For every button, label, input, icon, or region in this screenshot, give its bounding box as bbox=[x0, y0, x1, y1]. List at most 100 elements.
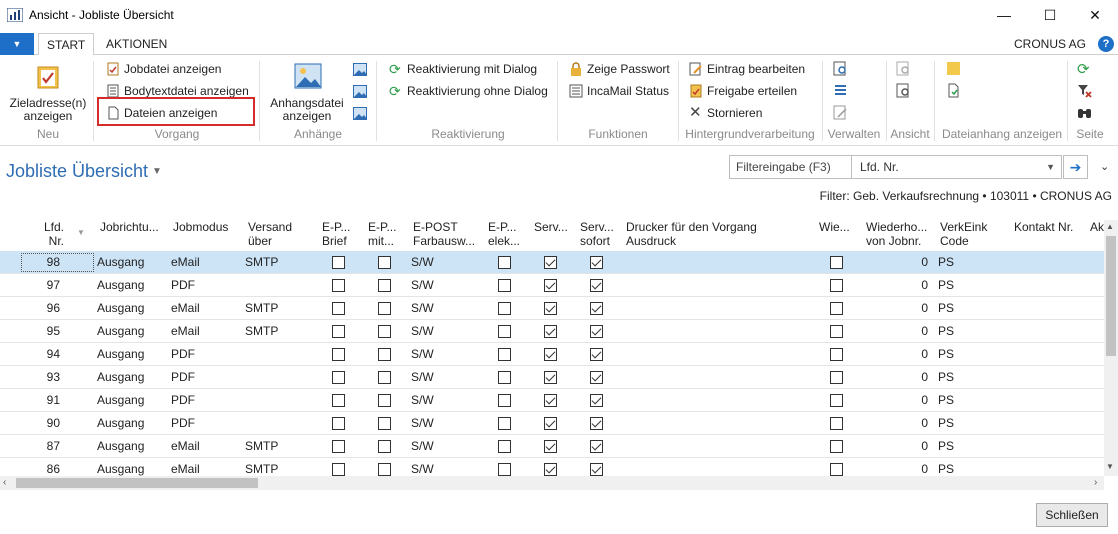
checkbox-elek[interactable] bbox=[498, 279, 511, 292]
column-header-jobrichtung[interactable]: Jobrichtu... bbox=[100, 220, 159, 234]
column-header-kontakt-nr[interactable]: Kontakt Nr. bbox=[1014, 220, 1073, 234]
image-small-icon[interactable] bbox=[353, 85, 367, 98]
checkbox-wie[interactable] bbox=[830, 325, 843, 338]
scroll-down-icon[interactable]: ▼ bbox=[1106, 462, 1114, 471]
table-row[interactable]: 94 Ausgang PDF S/W 0 PS bbox=[0, 343, 1104, 366]
close-window-button[interactable]: ✕ bbox=[1072, 0, 1118, 30]
checkbox-wie[interactable] bbox=[830, 417, 843, 430]
checkbox-brief[interactable] bbox=[332, 279, 345, 292]
refresh-icon[interactable]: ⟳ bbox=[1077, 60, 1090, 78]
checkbox-sofort[interactable] bbox=[590, 417, 603, 430]
checkbox-elek[interactable] bbox=[498, 256, 511, 269]
checkbox-serv[interactable] bbox=[544, 371, 557, 384]
column-header-epost-elek[interactable]: E-P... elek... bbox=[488, 220, 520, 248]
column-header-verkeink-code[interactable]: VerkEink Code bbox=[940, 220, 987, 248]
checkbox-wie[interactable] bbox=[830, 348, 843, 361]
checkbox-mit[interactable] bbox=[378, 440, 391, 453]
checkbox-mit[interactable] bbox=[378, 463, 391, 476]
note-icon[interactable] bbox=[946, 61, 961, 76]
stornieren-button[interactable]: ✕ Stornieren bbox=[689, 103, 762, 123]
clear-filter-icon[interactable] bbox=[1077, 83, 1092, 98]
checkbox-brief[interactable] bbox=[332, 371, 345, 384]
help-icon[interactable]: ? bbox=[1098, 36, 1114, 52]
checkbox-elek[interactable] bbox=[498, 440, 511, 453]
checkbox-sofort[interactable] bbox=[590, 394, 603, 407]
anhangsdatei-button[interactable]: Anhangsdatei anzeigen bbox=[266, 97, 348, 123]
page-title[interactable]: Jobliste Übersicht bbox=[6, 161, 148, 182]
column-header-drucker[interactable]: Drucker für den Vorgang Ausdruck bbox=[626, 220, 757, 248]
checkbox-serv[interactable] bbox=[544, 348, 557, 361]
company-name[interactable]: CRONUS AG bbox=[1014, 37, 1086, 51]
column-header-lfd-nr[interactable]: Lfd. Nr. bbox=[44, 220, 64, 248]
image-small-icon[interactable] bbox=[353, 63, 367, 76]
scroll-up-icon[interactable]: ▲ bbox=[1106, 222, 1114, 231]
filter-input[interactable]: Filtereingabe (F3) bbox=[730, 156, 852, 178]
checkbox-mit[interactable] bbox=[378, 348, 391, 361]
checkbox-serv[interactable] bbox=[544, 279, 557, 292]
arrow-right-icon[interactable]: ➔ bbox=[1063, 155, 1088, 179]
filter-field-select[interactable]: Lfd. Nr. ▼ bbox=[852, 160, 1061, 174]
horizontal-scroll-thumb[interactable] bbox=[16, 478, 258, 488]
jobdatei-anzeigen-button[interactable]: Jobdatei anzeigen bbox=[106, 59, 221, 79]
table-row[interactable]: 97 Ausgang PDF S/W 0 PS bbox=[0, 274, 1104, 297]
checkbox-brief[interactable] bbox=[332, 417, 345, 430]
checkbox-serv[interactable] bbox=[544, 256, 557, 269]
checkbox-brief[interactable] bbox=[332, 302, 345, 315]
checkbox-sofort[interactable] bbox=[590, 256, 603, 269]
column-header-epost-farb[interactable]: E-POST Farbausw... bbox=[413, 220, 475, 248]
incamail-status-button[interactable]: IncaMail Status bbox=[569, 81, 669, 101]
checkbox-mit[interactable] bbox=[378, 279, 391, 292]
image-small-icon[interactable] bbox=[353, 107, 367, 120]
checkbox-elek[interactable] bbox=[498, 348, 511, 361]
table-row[interactable]: 98 Ausgang eMail SMTP S/W 0 PS bbox=[0, 251, 1104, 274]
checkbox-brief[interactable] bbox=[332, 394, 345, 407]
checkbox-wie[interactable] bbox=[830, 256, 843, 269]
scroll-left-icon[interactable]: ‹ bbox=[3, 477, 6, 488]
zeige-passwort-button[interactable]: Zeige Passwort bbox=[569, 59, 670, 79]
checkbox-brief[interactable] bbox=[332, 256, 345, 269]
table-row[interactable]: 95 Ausgang eMail SMTP S/W 0 PS bbox=[0, 320, 1104, 343]
reaktivierung-ohne-dialog-button[interactable]: ⟳ Reaktivierung ohne Dialog bbox=[389, 81, 548, 101]
table-row[interactable]: 90 Ausgang PDF S/W 0 PS bbox=[0, 412, 1104, 435]
checkbox-brief[interactable] bbox=[332, 440, 345, 453]
list-icon[interactable] bbox=[833, 83, 848, 98]
binoculars-icon[interactable] bbox=[1077, 105, 1092, 120]
checkbox-elek[interactable] bbox=[498, 325, 511, 338]
checkbox-wie[interactable] bbox=[830, 279, 843, 292]
attachment-document-icon[interactable] bbox=[946, 83, 961, 98]
checkbox-mit[interactable] bbox=[378, 371, 391, 384]
app-menu-button[interactable]: ▼ bbox=[0, 33, 34, 55]
checkbox-sofort[interactable] bbox=[590, 371, 603, 384]
column-header-versand[interactable]: Versand über bbox=[248, 220, 292, 248]
checkbox-sofort[interactable] bbox=[590, 463, 603, 476]
table-row[interactable]: 96 Ausgang eMail SMTP S/W 0 PS bbox=[0, 297, 1104, 320]
vertical-scroll-thumb[interactable] bbox=[1106, 236, 1116, 356]
column-header-wie[interactable]: Wie... bbox=[819, 220, 850, 234]
checkbox-wie[interactable] bbox=[830, 302, 843, 315]
column-header-ak[interactable]: Ak bbox=[1090, 220, 1104, 234]
checkbox-wie[interactable] bbox=[830, 394, 843, 407]
checkbox-sofort[interactable] bbox=[590, 279, 603, 292]
checkbox-mit[interactable] bbox=[378, 256, 391, 269]
checkbox-serv[interactable] bbox=[544, 394, 557, 407]
tab-aktionen[interactable]: AKTIONEN bbox=[98, 33, 175, 55]
checkbox-wie[interactable] bbox=[830, 440, 843, 453]
table-row[interactable]: 93 Ausgang PDF S/W 0 PS bbox=[0, 366, 1104, 389]
checkbox-elek[interactable] bbox=[498, 394, 511, 407]
checkbox-elek[interactable] bbox=[498, 371, 511, 384]
checkbox-wie[interactable] bbox=[830, 371, 843, 384]
checkbox-sofort[interactable] bbox=[590, 440, 603, 453]
reaktivierung-mit-dialog-button[interactable]: ⟳ Reaktivierung mit Dialog bbox=[389, 59, 537, 79]
column-header-jobmodus[interactable]: Jobmodus bbox=[173, 220, 228, 234]
table-row[interactable]: 87 Ausgang eMail SMTP S/W 0 PS bbox=[0, 435, 1104, 458]
view-icon[interactable] bbox=[833, 61, 848, 76]
checkbox-mit[interactable] bbox=[378, 394, 391, 407]
table-row[interactable]: 86 Ausgang eMail SMTP S/W 0 PS bbox=[0, 458, 1104, 476]
zieladresse-button[interactable]: Zieladresse(n) anzeigen bbox=[6, 97, 90, 123]
checkbox-elek[interactable] bbox=[498, 302, 511, 315]
tab-start[interactable]: START bbox=[38, 33, 95, 56]
checkbox-mit[interactable] bbox=[378, 325, 391, 338]
column-header-serv-sofort[interactable]: Serv... sofort bbox=[580, 220, 614, 248]
print-preview-icon[interactable] bbox=[896, 83, 911, 98]
schliessen-button[interactable]: Schließen bbox=[1036, 503, 1108, 527]
